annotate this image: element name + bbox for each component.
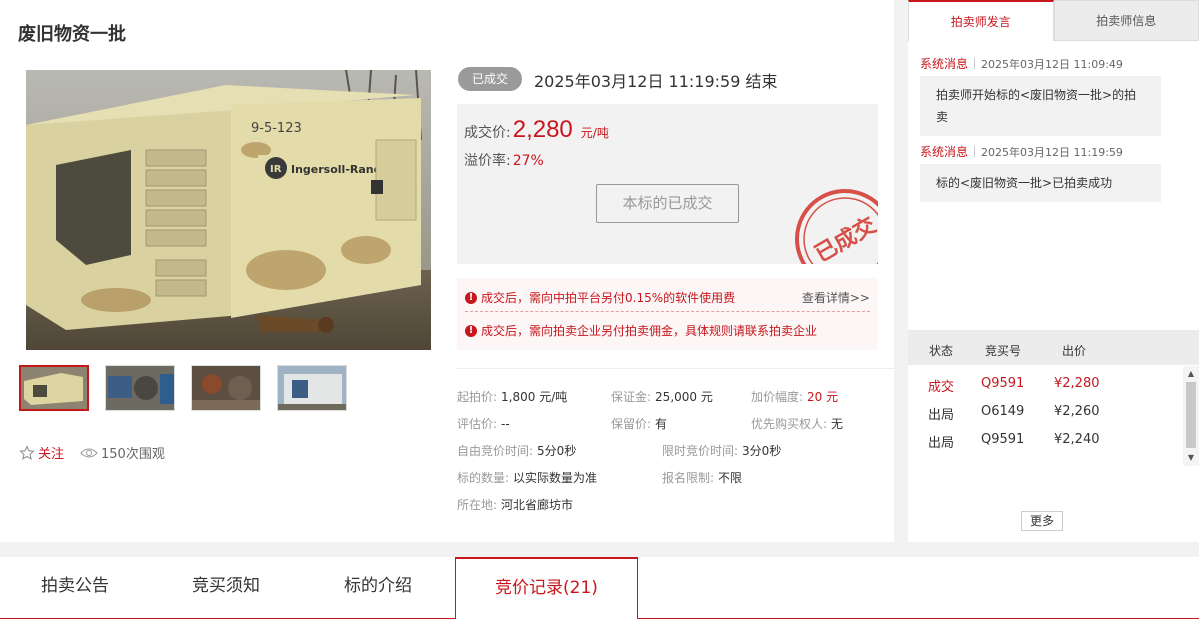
priority-buyer: 优先购买权人: 无 [751, 417, 844, 431]
tab-bid-records[interactable]: 竞价记录(21) [455, 557, 638, 619]
deal-price-value: 2,280 [512, 116, 573, 143]
message-body: 拍卖师开始标的<废旧物资一批>的拍卖 [920, 76, 1161, 136]
system-message: 系统消息 2025年03月12日 11:19:59 标的<废旧物资一批>已拍卖成… [920, 143, 1163, 202]
system-message: 系统消息 2025年03月12日 11:09:49 拍卖师开始标的<废旧物资一批… [920, 55, 1163, 136]
thumbnail-4[interactable] [277, 365, 347, 411]
bid-header-bidder: 竞买号 [985, 344, 1022, 358]
bid-row: 出局 O6149 ¥2,260 [928, 404, 1100, 423]
sold-stamp: 已成交 [795, 189, 878, 264]
deposit: 保证金: 25,000 元 [611, 390, 713, 404]
message-time: 2025年03月12日 11:09:49 [981, 57, 1123, 71]
deal-price-unit: 元/吨 [580, 126, 609, 140]
end-time: 2025年03月12日 11:19:59 结束 [534, 72, 778, 91]
scroll-down-icon[interactable]: ▼ [1186, 453, 1196, 463]
warning-icon: ! [465, 291, 477, 304]
tab-auction-notice[interactable]: 拍卖公告 [0, 557, 150, 619]
bid-header-status: 状态 [929, 344, 954, 358]
thumbnail-3[interactable] [191, 365, 261, 411]
notice-line-1-text: 成交后，需向中拍平台另付0.15%的软件使用费 [481, 291, 736, 305]
deal-price-label: 成交价: [464, 125, 511, 141]
lot-main-photo[interactable]: IR Ingersoll-Rand 9-5-123 [26, 70, 431, 350]
sold-button[interactable]: 本标的已成交 [596, 184, 739, 223]
more-bids-button[interactable]: 更多 [1021, 511, 1063, 531]
status-badge: 已成交 [458, 67, 522, 91]
scroll-thumb[interactable] [1186, 382, 1196, 448]
fee-notice: ! 成交后，需向中拍平台另付0.15%的软件使用费 查看详情>> ! 成交后，需… [457, 278, 878, 350]
tab-auctioneer-info[interactable]: 拍卖师信息 [1053, 0, 1199, 41]
message-source: 系统消息 [920, 145, 969, 159]
premium-label: 溢价率: [464, 153, 511, 169]
tab-lot-intro[interactable]: 标的介绍 [302, 557, 454, 619]
brand-text: Ingersoll-Rand [291, 163, 382, 176]
star-icon [19, 444, 35, 460]
notice-line-2: ! 成交后，需向拍卖企业另付拍卖佣金，具体规则请联系拍卖企业 [465, 322, 817, 339]
lot-title: 废旧物资一批 [18, 24, 126, 45]
details-link[interactable]: 查看详情>> [802, 289, 870, 306]
price-box: 成交价: 2,280 元/吨 溢价率: 27% 本标的已成交 已成交 [457, 104, 878, 264]
limited-bid-time: 限时竞价时间: 3分0秒 [662, 444, 782, 458]
thumbnail-strip [19, 365, 347, 411]
lot-main-panel: 废旧物资一批 IR Ingersoll-Rand 9-5-123 关注 150次… [0, 0, 894, 542]
bid-list-scrollbar[interactable]: ▲ ▼ [1183, 366, 1199, 466]
warning-icon: ! [465, 324, 477, 337]
bid-header-price: 出价 [1062, 344, 1087, 358]
stamp-text: 已成交 [810, 212, 878, 264]
deal-price-row: 成交价: 2,280 元/吨 [464, 116, 609, 144]
eye-icon [80, 448, 98, 457]
thumbnail-2[interactable] [105, 365, 175, 411]
premium-row: 溢价率: 27% [464, 150, 544, 170]
message-separator [974, 146, 976, 157]
start-price: 起拍价: 1,800 元/吨 [457, 390, 568, 404]
tag-text: 9-5-123 [251, 121, 302, 136]
notice-line-2-text: 成交后，需向拍卖企业另付拍卖佣金，具体规则请联系拍卖企业 [481, 324, 818, 338]
lot-quantity: 标的数量: 以实际数量为准 [457, 471, 598, 485]
message-body: 标的<废旧物资一批>已拍卖成功 [920, 164, 1161, 202]
reserve: 保留价: 有 [611, 417, 668, 431]
tab-auctioneer-speech[interactable]: 拍卖师发言 [908, 0, 1054, 41]
notice-divider [465, 311, 870, 312]
notice-line-1: ! 成交后，需向中拍平台另付0.15%的软件使用费 [465, 289, 735, 306]
info-divider [457, 368, 894, 369]
follow-label: 关注 [38, 447, 65, 462]
message-time: 2025年03月12日 11:19:59 [981, 145, 1123, 159]
detail-tabs: 拍卖公告 竞买须知 标的介绍 竞价记录(21) [0, 557, 1199, 619]
message-separator [974, 58, 976, 69]
auctioneer-panel: 拍卖师发言 拍卖师信息 系统消息 2025年03月12日 11:09:49 拍卖… [908, 0, 1199, 542]
compressor-photo-illustration: IR Ingersoll-Rand 9-5-123 [26, 70, 431, 350]
message-source: 系统消息 [920, 57, 969, 71]
thumbnail-1[interactable] [19, 365, 89, 411]
svg-text:IR: IR [270, 164, 282, 175]
bid-row: 成交 Q9591 ¥2,280 [928, 376, 1100, 395]
view-count: 150次围观 [80, 443, 165, 462]
location: 所在地: 河北省廊坊市 [457, 498, 574, 512]
scroll-up-icon[interactable]: ▲ [1186, 369, 1196, 379]
bid-row: 出局 Q9591 ¥2,240 [928, 432, 1100, 451]
bid-table-header: 状态 竞买号 出价 [908, 330, 1199, 365]
premium-value: 27% [512, 153, 544, 169]
follow-button[interactable]: 关注 [19, 443, 64, 462]
free-bid-time: 自由竞价时间: 5分0秒 [457, 444, 577, 458]
side-tabs: 拍卖师发言 拍卖师信息 [908, 0, 1199, 41]
signup-limit: 报名限制: 不限 [662, 471, 743, 485]
tab-bidding-rules[interactable]: 竞买须知 [150, 557, 302, 619]
appraisal: 评估价: -- [457, 417, 510, 431]
increment: 加价幅度: 20 元 [751, 390, 839, 404]
view-count-label: 150次围观 [101, 447, 165, 462]
